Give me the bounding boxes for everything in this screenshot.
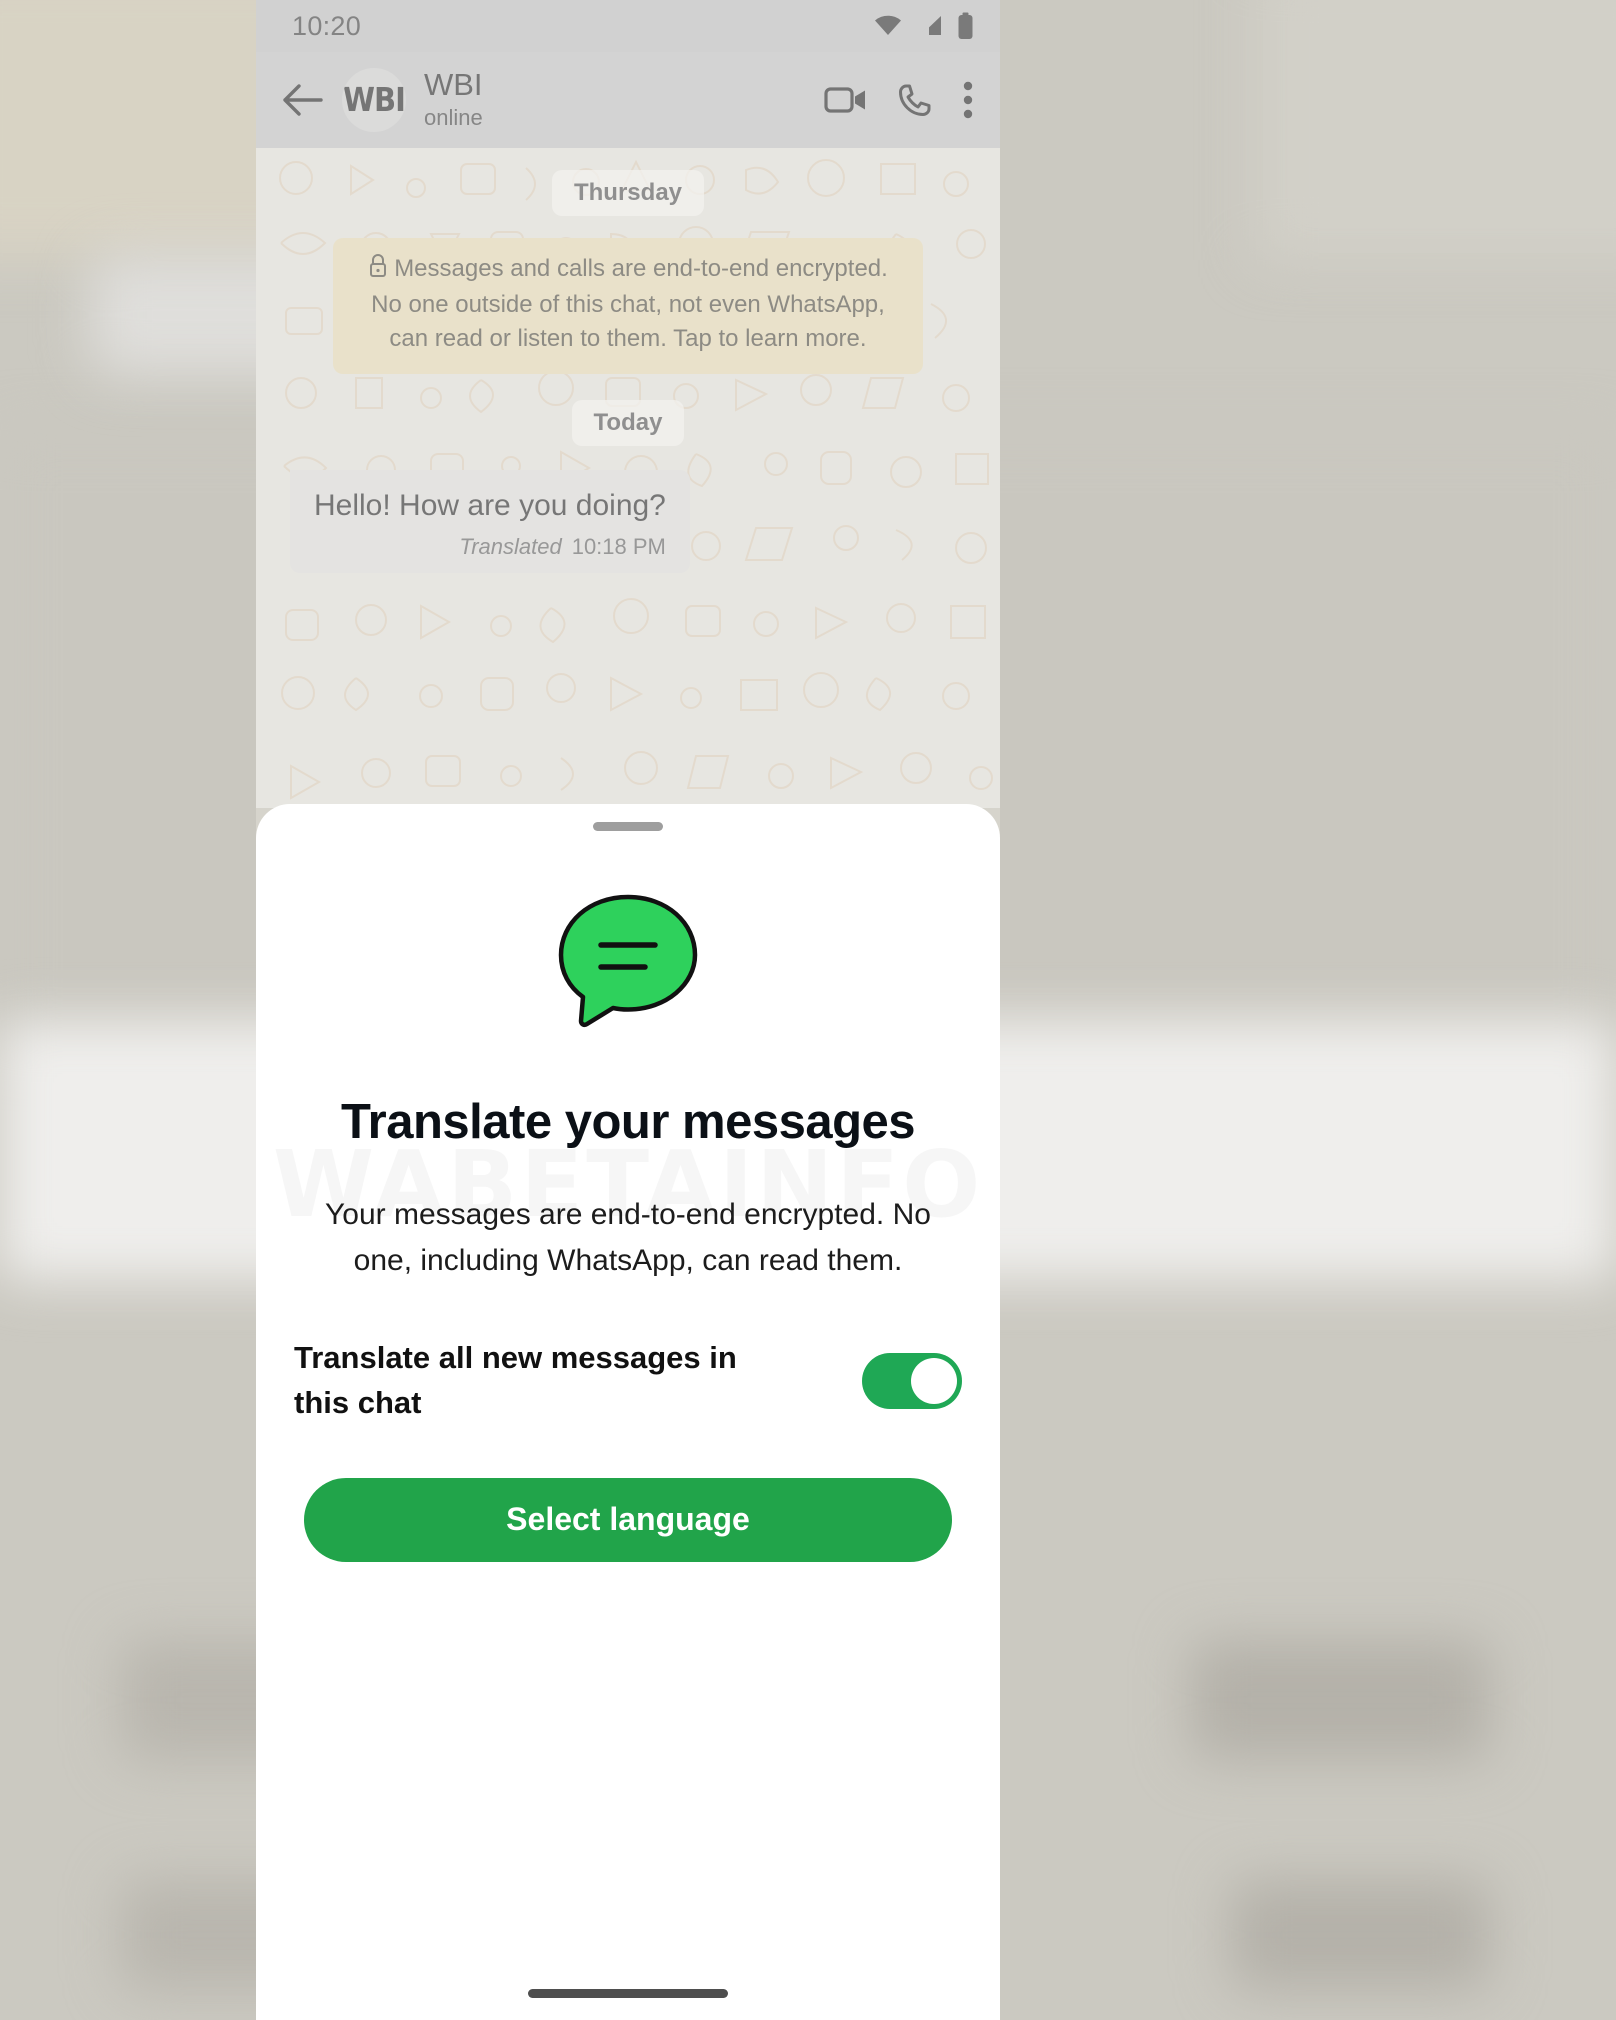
video-call-icon: [824, 87, 865, 113]
wifi-icon: [875, 15, 901, 35]
translated-label: Translated: [459, 533, 562, 559]
date-divider-row: Today: [256, 374, 1000, 447]
translate-all-toggle[interactable]: [862, 1352, 962, 1409]
battery-icon: [958, 12, 973, 39]
translate-all-toggle-row[interactable]: Translate all new messages in this chat: [294, 1336, 962, 1426]
phone-screen: 10:20 WBI WBI online Thursday Messages a…: [256, 0, 1000, 2020]
back-button[interactable]: [276, 74, 328, 126]
more-options-icon: [963, 81, 973, 119]
cellular-signal-icon: [919, 16, 941, 35]
contact-info[interactable]: WBI online: [424, 68, 824, 131]
sheet-description: Your messages are end-to-end encrypted. …: [325, 1198, 931, 1277]
status-bar-icons: [873, 12, 974, 40]
encryption-notice-text: Messages and calls are end-to-end encryp…: [371, 255, 888, 353]
message-meta: Translated 10:18 PM: [314, 533, 666, 560]
toggle-knob: [911, 1357, 957, 1404]
select-language-button[interactable]: Select language: [304, 1477, 952, 1562]
message-text: Hello! How are you doing?: [314, 489, 666, 523]
avatar-label: WBI: [343, 80, 406, 120]
status-bar-clock: 10:20: [292, 10, 362, 41]
translate-all-toggle-label: Translate all new messages in this chat: [294, 1339, 737, 1420]
gesture-navigation-bar[interactable]: [528, 1989, 728, 1998]
backdrop-blur-shape: [1230, 1880, 1490, 1990]
header-actions: [824, 81, 978, 119]
chat-header: WBI WBI online: [256, 52, 1000, 148]
avatar[interactable]: WBI: [342, 68, 406, 132]
translate-bottom-sheet: WABETAINFO Translate your messages Your …: [256, 804, 1000, 2020]
sheet-title: Translate your messages: [340, 1095, 916, 1149]
more-options-button[interactable]: [962, 81, 974, 119]
voice-call-icon: [899, 84, 931, 116]
lock-icon: [368, 253, 388, 288]
backdrop-blur-shape: [1190, 1640, 1490, 1760]
chat-message-list[interactable]: Thursday Messages and calls are end-to-e…: [256, 148, 1000, 808]
date-divider-thursday: Thursday: [551, 170, 705, 216]
contact-name: WBI: [424, 67, 483, 103]
date-divider-today: Today: [571, 400, 685, 447]
date-divider-row: Thursday: [256, 148, 1000, 216]
back-arrow-icon: [283, 84, 323, 116]
video-call-button[interactable]: [824, 84, 868, 116]
backdrop-blur-shape: [1256, 0, 1616, 260]
message-row: Hello! How are you doing? Translated 10:1…: [256, 470, 1000, 573]
contact-status: online: [424, 105, 483, 131]
voice-call-button[interactable]: [898, 83, 932, 117]
incoming-message-bubble[interactable]: Hello! How are you doing? Translated 10:1…: [290, 470, 690, 573]
sheet-drag-handle[interactable]: [593, 822, 663, 831]
status-bar: 10:20: [256, 0, 1000, 52]
encryption-notice[interactable]: Messages and calls are end-to-end encryp…: [333, 238, 923, 375]
message-timestamp: 10:18 PM: [571, 533, 666, 559]
whatsapp-translate-bubble-icon: [553, 891, 703, 1036]
